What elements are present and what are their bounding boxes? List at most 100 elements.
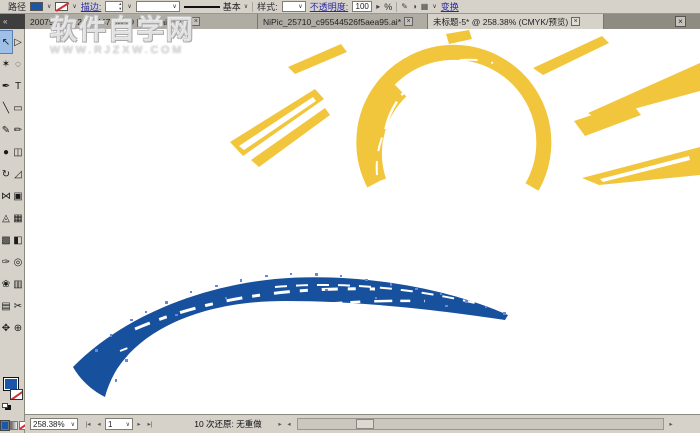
brush-definition-select[interactable]: 基本 ∨ [184,0,248,13]
tool-shape-builder[interactable]: ◬ [0,207,12,229]
artwork-svg [25,29,700,414]
sea-stroke[interactable] [73,277,508,397]
stroke-weight-caret-icon[interactable]: ∨ [127,3,131,10]
stroke-weight-link[interactable]: 描边: [81,0,102,13]
document-tab-3[interactable]: 未标题-5* @ 258.38% (CMYK/预览)× [428,14,604,29]
tab-close-icon[interactable]: × [571,17,580,26]
brush-definition-label: 基本 [223,0,241,13]
tab-group-close-button[interactable]: × [675,16,686,27]
tool-magic-wand[interactable]: ✶ [0,53,12,75]
next-artboard-button[interactable]: ▸ [134,418,144,430]
artboard-number-value: 1 [108,420,112,429]
tab-close-icon[interactable]: × [404,17,413,26]
document-tab-1[interactable]: 2007912171230224720719 [转换].ai* @...× [25,14,258,29]
graphic-style-select[interactable]: ∨ [282,1,306,12]
tool-paintbrush[interactable]: ✎ [0,119,12,141]
undo-status-text: 10 次还原: 无重做 [185,418,271,430]
tool-hand[interactable]: ✥ [0,317,12,339]
opacity-stepper-icon[interactable]: ▸ [376,2,380,11]
scroll-left-arrow[interactable]: ◂ [284,418,294,430]
stroke-color-swatch[interactable] [55,2,68,11]
tool-type[interactable]: T [12,75,24,97]
tool-rectangle[interactable]: ▭ [12,97,24,119]
stroke-weight-input[interactable]: ▴▾ [105,1,123,12]
divider [396,2,397,12]
document-tab-bar: « 2007912171230224720719 [转换].ai* @...×N… [0,14,700,29]
style-label: 样式: [257,0,278,13]
tools-grid: ↖▷✶◌✒T╲▭✎✏●◫↻◿⋈▣◬▦▩◧✑◎❀▥▤✂✥⊕ [0,31,24,339]
tool-slice[interactable]: ✂ [12,295,24,317]
chevron-down-icon: ∨ [71,421,75,428]
collapse-double-arrow-icon: « [3,17,7,26]
tabs-container: 2007912171230224720719 [转换].ai* @...×NiP… [25,14,675,29]
width-profile-select[interactable]: ∨ [136,1,180,12]
tab-label: 2007912171230224720719 [转换].ai* @... [30,16,188,28]
stroke-dropdown-caret-icon[interactable]: ∨ [72,3,76,10]
first-artboard-button[interactable]: |◂ [83,418,93,430]
recolor-artwork-icon[interactable]: ◑ [412,2,417,11]
paint-mode-row [1,421,27,430]
fill-dropdown-caret-icon[interactable]: ∨ [47,3,51,10]
last-artboard-button[interactable]: ▸| [145,418,155,430]
chevron-down-icon[interactable]: ∨ [432,3,436,10]
chevron-down-icon: ∨ [172,3,176,10]
tool-zoom[interactable]: ⊕ [12,317,24,339]
tool-mesh[interactable]: ▩ [0,229,12,251]
tool-rotate[interactable]: ↻ [0,163,12,185]
opacity-link[interactable]: 不透明度: [310,0,349,13]
tool-direct-selection[interactable]: ▷ [12,31,24,53]
align-grid-icon[interactable]: ▦ [421,2,429,11]
horizontal-scrollbar[interactable] [297,418,664,430]
tool-width[interactable]: ⋈ [0,185,12,207]
selection-type-label: 路径 [8,0,26,13]
brush-pointer-icon[interactable]: ✎ [401,2,408,11]
close-icon: × [678,17,683,26]
tool-blend[interactable]: ◎ [12,251,24,273]
tool-artboard[interactable]: ▤ [0,295,12,317]
tool-symbol-sprayer[interactable]: ❀ [0,273,12,295]
document-tab-2[interactable]: NiPic_25710_c95544526f5aea95.ai*× [258,14,428,29]
tool-perspective-grid[interactable]: ▦ [12,207,24,229]
zoom-level-select[interactable]: 258.38% ∨ [30,418,78,430]
tool-lasso[interactable]: ◌ [12,53,24,75]
scrollbar-thumb[interactable] [356,419,374,429]
transform-link[interactable]: 变换 [441,0,459,13]
tool-line-segment[interactable]: ╲ [0,97,12,119]
tools-panel-header[interactable]: « [0,14,25,29]
spin-down-icon[interactable]: ▾ [119,7,122,12]
divider [252,2,253,12]
status-bar: 258.38% ∨ |◂ ◂ 1 ∨ ▸ ▸| 10 次还原: 无重做 ▸ ◂ … [25,414,700,433]
tool-eraser[interactable]: ◫ [12,141,24,163]
tool-blob-brush[interactable]: ● [0,141,12,163]
default-fill-stroke-icon[interactable] [2,403,8,408]
tool-selection[interactable]: ↖ [0,31,12,53]
tab-label: NiPic_25710_c95544526f5aea95.ai* [263,17,401,27]
tool-gradient[interactable]: ◧ [12,229,24,251]
scroll-right-arrow[interactable]: ▸ [666,418,676,430]
tool-pencil[interactable]: ✏ [12,119,24,141]
chevron-down-icon: ∨ [298,3,302,10]
tool-pen[interactable]: ✒ [0,75,12,97]
chevron-down-icon: ∨ [244,3,248,10]
tool-scale[interactable]: ◿ [12,163,24,185]
illustrator-window: 路径 ∨ ∨ 描边: ▴▾ ∨ ∨ 基本 ∨ 样式: ∨ 不透明度: 100 ▸… [0,0,700,433]
tab-label: 未标题-5* @ 258.38% (CMYK/预览) [433,16,568,28]
opacity-unit-label: % [384,2,392,12]
opacity-input[interactable]: 100 [352,1,372,12]
tab-close-icon[interactable]: × [191,17,200,26]
canvas[interactable] [25,29,700,414]
fill-color-swatch[interactable] [30,2,43,11]
artboard-number-select[interactable]: 1 ∨ [105,418,133,430]
artboard-navigation: |◂ ◂ 1 ∨ ▸ ▸| [83,418,155,430]
stroke-color-indicator[interactable] [10,389,23,400]
previous-artboard-button[interactable]: ◂ [94,418,104,430]
zoom-level-value: 258.38% [33,420,65,429]
tool-column-graph[interactable]: ▥ [12,273,24,295]
paint-fill-color-button[interactable] [1,421,9,430]
brush-stroke-preview-icon [184,6,220,8]
tool-eyedropper[interactable]: ✑ [0,251,12,273]
control-bar: 路径 ∨ ∨ 描边: ▴▾ ∨ ∨ 基本 ∨ 样式: ∨ 不透明度: 100 ▸… [0,0,700,14]
paint-gradient-button[interactable] [10,421,18,430]
tool-free-transform[interactable]: ▣ [12,185,24,207]
chevron-down-icon: ∨ [126,421,130,428]
